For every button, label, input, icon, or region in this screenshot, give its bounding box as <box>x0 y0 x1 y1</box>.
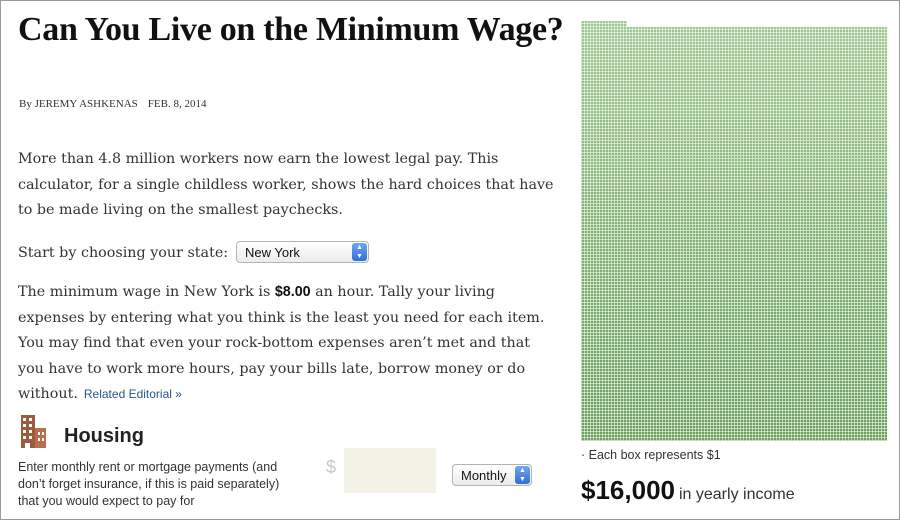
housing-heading: Housing <box>64 425 144 447</box>
state-prompt: Start by choosing your state: <box>18 244 229 261</box>
grid-legend-note: · Each box represents $1 <box>581 448 721 462</box>
dollar-box-grid <box>581 21 887 441</box>
yearly-income-amount: $16,000 <box>581 475 675 505</box>
currency-symbol: $ <box>326 457 337 477</box>
min-wage-paragraph: The minimum wage in New York is $8.00 an… <box>18 280 558 408</box>
publish-date: FEB. 8, 2014 <box>147 98 207 110</box>
building-icon <box>21 415 46 448</box>
housing-amount-input[interactable] <box>344 448 436 493</box>
intro-paragraph: More than 4.8 million workers now earn t… <box>18 151 554 219</box>
frequency-select-value: Monthly <box>461 467 507 483</box>
yearly-income-summary: $16,000 in yearly income <box>581 475 795 506</box>
state-select-value: New York <box>245 244 300 260</box>
min-wage-text-after: an hour. Tally your living expenses by e… <box>18 284 545 403</box>
related-editorial-link[interactable]: Related Editorial » <box>84 387 182 401</box>
housing-description: Enter monthly rent or mortgage payments … <box>18 460 280 508</box>
select-stepper-icon: ▲ ▼ <box>352 243 367 261</box>
min-wage-value: $8.00 <box>274 284 311 300</box>
select-stepper-icon: ▲ ▼ <box>515 466 530 484</box>
housing-frequency-select[interactable]: Monthly ▲ ▼ <box>452 464 532 486</box>
yearly-income-label: in yearly income <box>678 486 795 503</box>
byline: By JEREMY ASHKENAS FEB. 8, 2014 <box>19 98 206 110</box>
min-wage-text-before: The minimum wage in New York is <box>18 284 275 300</box>
grid-notch <box>627 21 887 27</box>
article-headline: Can You Live on the Minimum Wage? <box>18 11 564 48</box>
state-select[interactable]: New York ▲ ▼ <box>236 241 369 263</box>
author-name: By JEREMY ASHKENAS <box>19 98 138 110</box>
